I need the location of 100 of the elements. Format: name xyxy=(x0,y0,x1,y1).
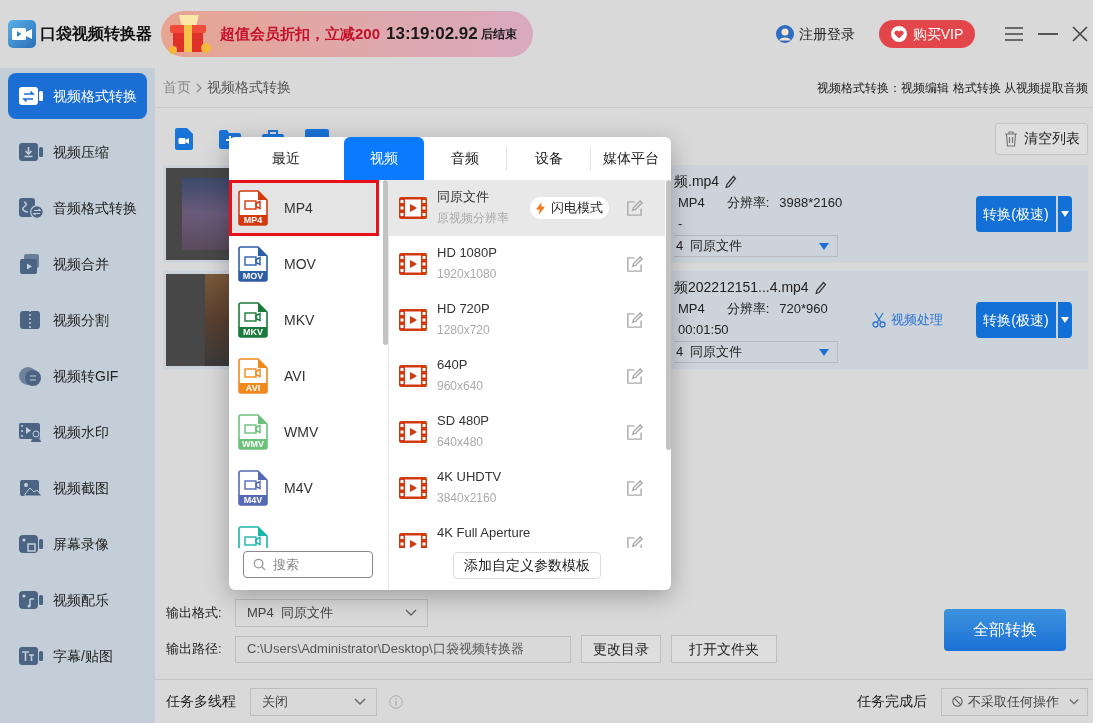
edit-icon[interactable] xyxy=(626,535,643,548)
convert-options-button[interactable] xyxy=(1058,302,1072,338)
open-folder-button[interactable]: 打开文件夹 xyxy=(671,635,777,663)
menu-icon[interactable] xyxy=(1005,27,1023,41)
film-play-icon xyxy=(399,197,427,219)
convert-button[interactable]: 转换(极速) xyxy=(976,302,1056,338)
preset-title: 4K Full Aperture xyxy=(437,524,532,541)
sidebar-item[interactable]: 字幕/贴图 xyxy=(8,633,147,679)
camera-square-icon xyxy=(18,533,44,555)
format-tab[interactable]: 媒体平台 xyxy=(591,137,671,180)
file-type-label: MP4 xyxy=(242,215,264,225)
preset-detail: 1280x720 xyxy=(437,322,491,338)
trash-icon xyxy=(1003,130,1018,147)
preset-item[interactable]: 4K UHDTV 3840x2160 xyxy=(389,460,665,516)
film-play-icon xyxy=(399,365,427,387)
preset-item[interactable]: HD 1080P 1920x1080 xyxy=(389,236,665,292)
format-item[interactable]: MP4 MP4 xyxy=(229,180,379,236)
resolution-label: 分辨率: xyxy=(726,193,770,212)
preset-item[interactable]: SD 480P 640x480 xyxy=(389,404,665,460)
sidebar-item[interactable]: 视频转GIF xyxy=(8,353,147,399)
login-link[interactable]: 注册登录 xyxy=(799,23,855,45)
output-format-dropdown[interactable]: MP4 同原文件 xyxy=(235,599,428,627)
output-path-field[interactable]: C:\Users\Administrator\Desktop\口袋视频转换器 xyxy=(235,635,571,663)
preset-item[interactable]: HD 720P 1280x720 xyxy=(389,292,665,348)
format-tab[interactable]: 最近 xyxy=(229,137,344,180)
format-tab[interactable]: 视频 xyxy=(343,137,424,180)
format-tab[interactable]: 设备 xyxy=(507,137,591,180)
file-type-label: MOV xyxy=(241,271,265,281)
output-format-select[interactable]: 4 同原文件 xyxy=(674,235,838,257)
sidebar-item[interactable]: 音频格式转换 xyxy=(8,185,147,231)
after-task-dropdown[interactable]: 不采取任何操作 xyxy=(941,687,1088,716)
preset-title: HD 720P xyxy=(437,300,491,317)
search-icon xyxy=(253,558,266,571)
edit-icon[interactable] xyxy=(626,423,643,441)
vip-button[interactable]: 购买VIP xyxy=(879,20,975,48)
app-logo-icon xyxy=(8,20,36,48)
add-video-file-icon[interactable] xyxy=(175,127,193,150)
thread-dropdown[interactable]: 关闭 xyxy=(250,687,377,716)
format-item[interactable]: MOV MOV xyxy=(229,236,379,292)
preset-title: SD 480P xyxy=(437,412,491,429)
format-item[interactable]: M4V M4V xyxy=(229,460,379,516)
preset-detail: 960x640 xyxy=(437,378,485,394)
scrollbar-thumb[interactable] xyxy=(666,180,671,450)
search-field[interactable]: 搜索 xyxy=(243,551,373,578)
edit-icon[interactable] xyxy=(626,199,643,217)
format-item[interactable]: AVI AVI xyxy=(229,348,379,404)
format-item[interactable]: WMV WMV xyxy=(229,404,379,460)
format-tab[interactable]: 音频 xyxy=(423,137,507,180)
format-item[interactable]: MKV MKV xyxy=(229,292,379,348)
promo-offer: 超值会员折扣，立减200 xyxy=(220,23,381,44)
edit-icon[interactable] xyxy=(626,479,643,497)
after-task-label: 任务完成后 xyxy=(857,692,927,711)
convert-all-button[interactable]: 全部转换 xyxy=(944,609,1066,651)
close-icon[interactable] xyxy=(1072,26,1088,42)
preset-title: 4K UHDTV xyxy=(437,468,503,485)
sidebar-item[interactable]: 视频格式转换 xyxy=(8,73,147,119)
sidebar-item[interactable]: 视频分割 xyxy=(8,297,147,343)
format-label: AVI xyxy=(284,366,306,386)
lightning-mode-badge[interactable]: 闪电模式 xyxy=(530,197,609,219)
output-format-select[interactable]: 4 同原文件 xyxy=(674,341,838,363)
edit-icon[interactable] xyxy=(626,311,643,329)
sidebar-item[interactable]: 视频合并 xyxy=(8,241,147,287)
scrollbar-thumb[interactable] xyxy=(383,180,388,345)
clear-list-button[interactable]: 清空列表 xyxy=(995,122,1088,155)
file-name: 频.mp4 xyxy=(674,172,720,191)
film-person-icon xyxy=(18,421,44,443)
file-type-label: AVI xyxy=(244,383,262,393)
chevron-down-icon xyxy=(354,697,366,706)
file-format: MP4 xyxy=(678,299,705,318)
resolution-value: 3988*2160 xyxy=(779,193,843,212)
pencil-icon[interactable] xyxy=(725,174,738,189)
caret-down-icon xyxy=(819,348,829,356)
caret-down-icon xyxy=(1061,317,1069,323)
convert-button[interactable]: 转换(极速) xyxy=(976,196,1056,232)
sidebar-item[interactable]: 视频截图 xyxy=(8,465,147,511)
countdown-suffix: 后结束 xyxy=(480,26,517,43)
sidebar-item[interactable]: 屏幕录像 xyxy=(8,521,147,567)
edit-icon[interactable] xyxy=(626,255,643,273)
camera-note-icon xyxy=(18,589,44,611)
badge-label: 闪电模式 xyxy=(551,199,603,218)
promo-banner[interactable]: 超值会员折扣，立减200 13:19:02.92 后结束 xyxy=(161,11,533,57)
preset-item[interactable]: 640P 960x640 xyxy=(389,348,665,404)
sidebar-item[interactable]: 视频水印 xyxy=(8,409,147,455)
edit-icon[interactable] xyxy=(626,367,643,385)
app-title: 口袋视频转换器 xyxy=(40,24,152,44)
change-folder-button[interactable]: 更改目录 xyxy=(581,635,661,663)
convert-options-button[interactable] xyxy=(1058,196,1072,232)
ban-icon xyxy=(952,695,963,708)
format-label: MKV xyxy=(284,310,315,330)
format-label: MP4 xyxy=(284,198,313,218)
info-icon xyxy=(389,694,403,709)
sidebar-item[interactable]: 视频配乐 xyxy=(8,577,147,623)
add-template-button[interactable]: 添加自定义参数模板 xyxy=(453,552,601,579)
file-type-label: MKV xyxy=(242,327,264,337)
thread-label: 任务多线程 xyxy=(166,692,236,711)
sidebar-item[interactable]: 视频压缩 xyxy=(8,129,147,175)
pencil-icon[interactable] xyxy=(814,280,827,295)
scissors-icon xyxy=(872,312,886,328)
resolution-label: 分辨率: xyxy=(726,299,770,318)
film-play-icon xyxy=(399,421,427,443)
